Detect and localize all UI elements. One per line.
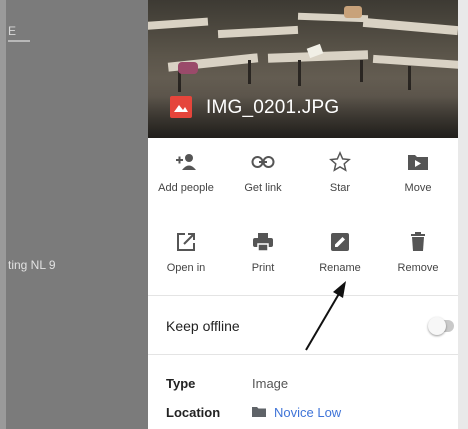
move-button[interactable]: Move bbox=[382, 150, 454, 194]
background-glyph: E bbox=[8, 24, 17, 38]
photo-preview[interactable]: IMG_0201.JPG bbox=[148, 0, 458, 138]
action-label: Get link bbox=[244, 182, 282, 194]
rename-icon bbox=[304, 230, 376, 254]
desk-shape bbox=[362, 17, 458, 36]
folder-icon bbox=[252, 404, 266, 422]
print-button[interactable]: Print bbox=[227, 230, 299, 274]
divider bbox=[148, 354, 458, 355]
background-right-edge bbox=[458, 0, 468, 429]
location-label: Location bbox=[166, 405, 221, 420]
image-file-icon bbox=[170, 96, 192, 118]
background-list-item-text: ting NL 9 bbox=[8, 258, 56, 272]
action-label: Open in bbox=[166, 262, 206, 274]
move-folder-icon bbox=[382, 150, 454, 174]
keep-offline-toggle[interactable] bbox=[428, 317, 454, 335]
remove-button[interactable]: Remove bbox=[382, 230, 454, 274]
print-icon bbox=[227, 230, 299, 254]
add-people-button[interactable]: Add people bbox=[150, 150, 222, 194]
action-label: Print bbox=[251, 262, 275, 274]
action-label: Star bbox=[329, 182, 351, 194]
toggle-knob bbox=[428, 317, 446, 335]
bag-shape bbox=[344, 6, 362, 18]
rename-button[interactable]: Rename bbox=[304, 230, 376, 274]
star-button[interactable]: Star bbox=[304, 150, 376, 194]
star-icon bbox=[304, 150, 376, 174]
bag-shape bbox=[178, 62, 198, 74]
location-value[interactable]: Novice Low bbox=[274, 405, 341, 420]
desk-shape bbox=[372, 54, 458, 70]
keep-offline-label: Keep offline bbox=[166, 318, 240, 334]
keep-offline-row[interactable]: Keep offline bbox=[148, 296, 458, 354]
background-subtitle-line bbox=[8, 40, 30, 42]
type-label: Type bbox=[166, 376, 196, 391]
action-label: Move bbox=[404, 182, 432, 194]
desk-shape bbox=[148, 17, 209, 31]
add-person-icon bbox=[150, 150, 222, 174]
desk-shape bbox=[217, 25, 299, 39]
trash-icon bbox=[382, 230, 454, 254]
open-in-icon bbox=[150, 230, 222, 254]
action-label: Add people bbox=[158, 182, 214, 194]
file-details-panel: IMG_0201.JPG Add people Get link Star Mo… bbox=[148, 0, 458, 429]
background-edge bbox=[0, 0, 6, 429]
location-link[interactable]: Novice Low bbox=[274, 405, 341, 420]
link-icon bbox=[227, 150, 299, 174]
get-link-button[interactable]: Get link bbox=[227, 150, 299, 194]
file-name: IMG_0201.JPG bbox=[206, 97, 340, 118]
type-value: Image bbox=[252, 376, 289, 391]
action-label: Remove bbox=[397, 262, 439, 274]
action-label: Rename bbox=[319, 262, 361, 274]
open-in-button[interactable]: Open in bbox=[150, 230, 222, 274]
background-app-scrim[interactable]: E ting NL 9 bbox=[0, 0, 148, 429]
